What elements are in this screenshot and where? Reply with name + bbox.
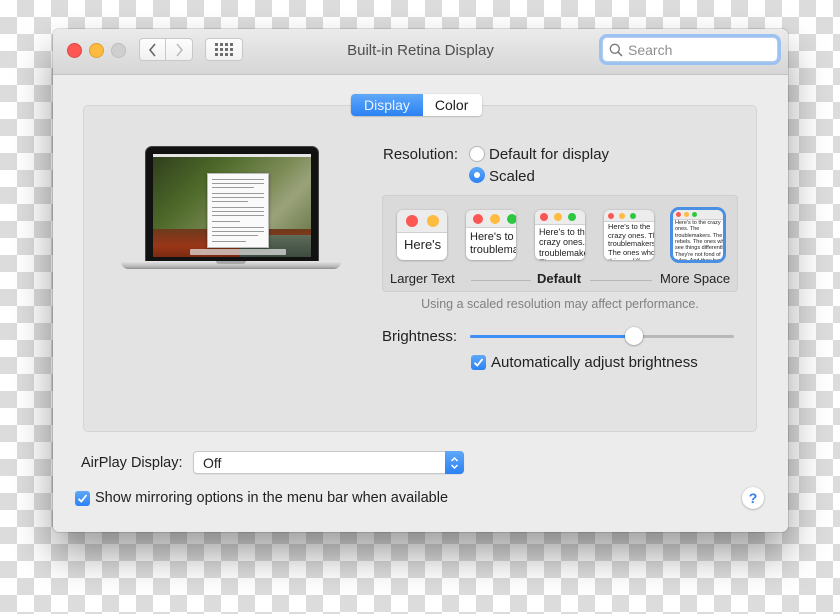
up-down-arrows-icon [445,451,464,474]
tab-color[interactable]: Color [422,94,483,116]
scale-divider [471,280,531,281]
display-preferences-window: Built-in Retina Display Display Color [53,29,788,532]
scale-option-larger-text[interactable]: Here's [397,210,447,260]
show-mirroring-checkbox[interactable] [75,491,90,506]
radio-default-label[interactable]: Default for display [489,146,609,163]
scaling-options: Here's Here's to the troublemakers. Here… [382,195,738,292]
checkmark-icon [473,358,484,367]
auto-brightness-label[interactable]: Automatically adjust brightness [491,354,698,371]
search-field[interactable] [602,37,778,62]
radio-default-for-display[interactable] [469,146,485,162]
search-icon [609,43,623,57]
brightness-slider[interactable] [470,327,734,345]
brightness-slider-fill [470,335,634,338]
show-mirroring-label[interactable]: Show mirroring options in the menu bar w… [95,490,448,506]
radio-scaled-label[interactable]: Scaled [489,168,535,185]
airplay-selected-value: Off [203,455,222,471]
brightness-label: Brightness: [382,328,458,345]
airplay-display-select[interactable]: Off [193,451,464,474]
performance-note: Using a scaled resolution may affect per… [421,297,699,311]
help-button[interactable]: ? [742,487,764,509]
title-bar: Built-in Retina Display [53,29,788,75]
checkmark-icon [77,494,88,503]
scale-divider [590,280,652,281]
auto-brightness-checkbox[interactable] [471,355,486,370]
resolution-label: Resolution: [383,146,459,163]
scale-option-4[interactable]: Here's to the crazy ones. The troublemak… [604,210,654,260]
radio-scaled[interactable] [469,167,485,183]
more-space-label: More Space [660,271,731,286]
macbook-image [121,146,341,281]
scale-option-more-space[interactable]: Here's to the crazy ones. The troublemak… [673,210,723,260]
tab-bar: Display Color [351,94,483,116]
search-input[interactable] [628,41,768,58]
larger-text-label: Larger Text [390,271,455,286]
default-label: Default [537,271,582,286]
airplay-label: AirPlay Display: [81,455,183,471]
scale-option-default[interactable]: Here's to the crazy ones. The troublemak… [535,210,585,260]
tab-display[interactable]: Display [351,94,423,116]
scale-option-2[interactable]: Here's to the troublemakers. [466,210,516,260]
brightness-slider-knob[interactable] [624,327,643,345]
